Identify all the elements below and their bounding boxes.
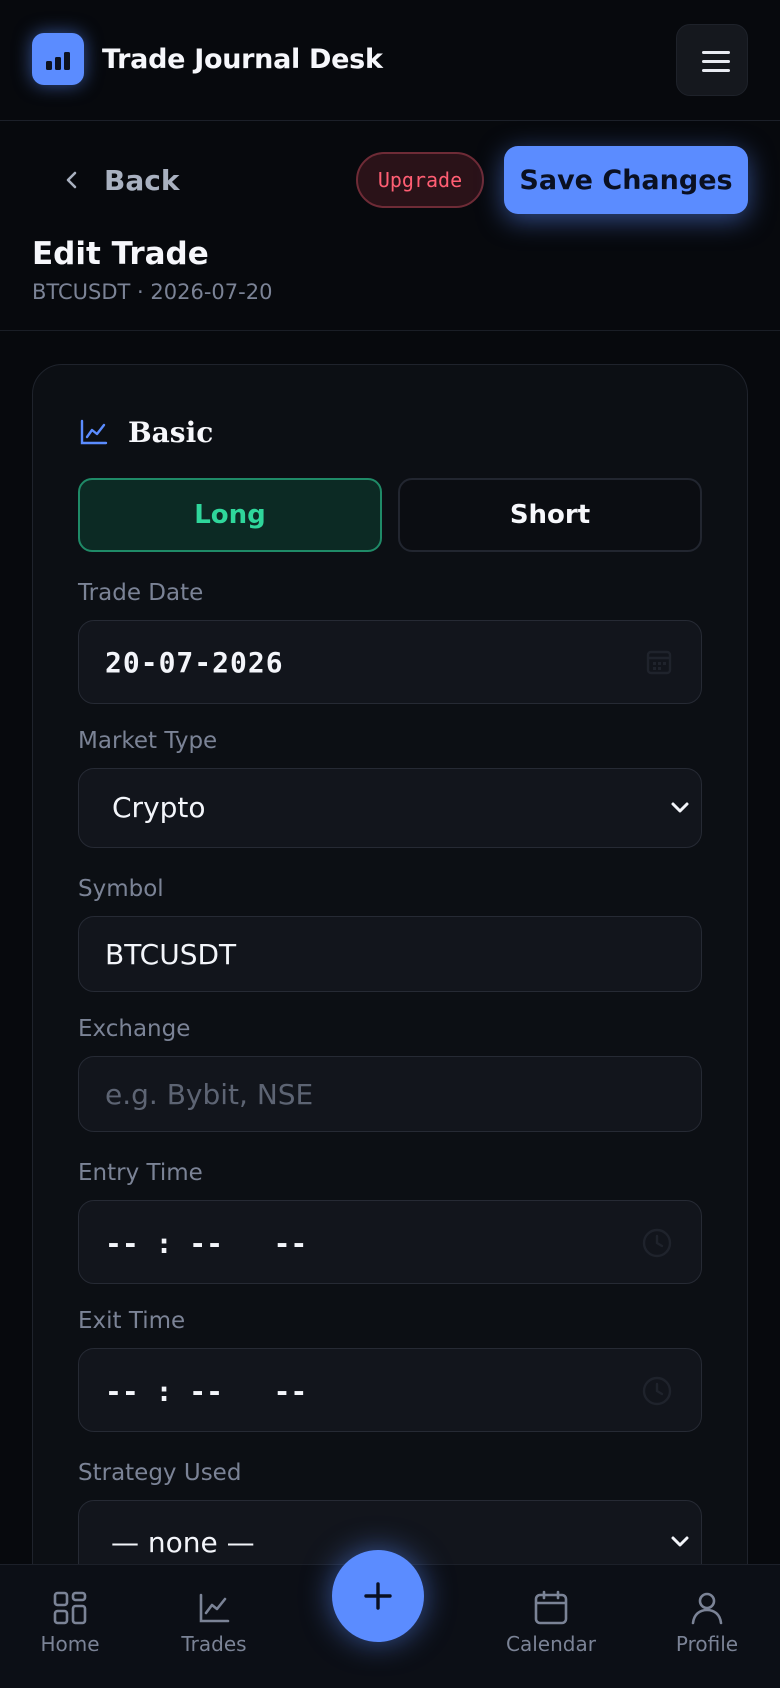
exchange-label: Exchange — [78, 1016, 191, 1042]
hamburger-icon — [702, 51, 730, 54]
page-subtitle: BTCUSDT · 2026-07-20 — [32, 280, 273, 304]
upgrade-button[interactable]: Upgrade — [356, 152, 484, 208]
app-logo-icon — [32, 33, 84, 85]
clock-icon[interactable] — [641, 1227, 673, 1259]
app-title: Trade Journal Desk — [102, 44, 383, 75]
symbol-input[interactable]: BTCUSDT — [78, 916, 702, 992]
exit-time-input[interactable]: -- : -- -- — [78, 1348, 702, 1432]
symbol-value: BTCUSDT — [105, 938, 237, 971]
exit-time-label: Exit Time — [78, 1308, 186, 1334]
nav-profile[interactable]: Profile — [647, 1590, 767, 1656]
exchange-placeholder: e.g. Bybit, NSE — [105, 1078, 314, 1111]
direction-short-toggle[interactable]: Short — [398, 478, 702, 552]
section-title: Basic — [128, 416, 214, 449]
entry-time-input[interactable]: -- : -- -- — [78, 1200, 702, 1284]
exit-time-value: -- : -- -- — [105, 1375, 308, 1408]
back-button[interactable] — [60, 160, 84, 200]
grid-icon — [53, 1591, 87, 1625]
chart-line-icon — [199, 1593, 230, 1623]
page-title: Edit Trade — [32, 236, 209, 272]
trade-date-value: 20-07-2026 — [105, 646, 284, 679]
clock-icon[interactable] — [641, 1375, 673, 1407]
back-label[interactable]: Back — [104, 164, 179, 197]
chevron-left-icon — [66, 171, 77, 189]
user-icon — [691, 1592, 723, 1625]
chart-line-icon — [80, 419, 108, 445]
top-bar: Trade Journal Desk — [0, 0, 780, 121]
plus-icon — [364, 1582, 392, 1610]
chevron-down-icon — [671, 802, 689, 813]
header-divider — [0, 330, 780, 331]
trade-date-input[interactable]: 20-07-2026 — [78, 620, 702, 704]
nav-calendar-label: Calendar — [506, 1632, 596, 1656]
strategy-value: — none — — [111, 1526, 255, 1559]
nav-profile-label: Profile — [675, 1632, 739, 1656]
nav-calendar[interactable]: Calendar — [491, 1590, 611, 1656]
trade-date-label: Trade Date — [78, 580, 204, 606]
app-screen: Trade Journal Desk Back Upgrade Save Cha… — [0, 0, 780, 1688]
market-type-value: Crypto — [112, 791, 206, 824]
entry-time-label: Entry Time — [78, 1160, 203, 1186]
symbol-label: Symbol — [78, 876, 164, 902]
exchange-input[interactable]: e.g. Bybit, NSE — [78, 1056, 702, 1132]
nav-trades-label: Trades — [181, 1632, 247, 1656]
add-trade-button[interactable] — [332, 1550, 424, 1642]
save-changes-button[interactable]: Save Changes — [504, 146, 748, 214]
calendar-icon[interactable] — [646, 649, 672, 675]
nav-home-label: Home — [40, 1632, 100, 1656]
chevron-down-icon — [671, 1536, 689, 1547]
menu-button[interactable] — [676, 24, 748, 96]
market-type-label: Market Type — [78, 728, 218, 754]
nav-home[interactable]: Home — [10, 1590, 130, 1656]
strategy-label: Strategy Used — [78, 1460, 242, 1486]
direction-long-toggle[interactable]: Long — [78, 478, 382, 552]
nav-trades[interactable]: Trades — [154, 1590, 274, 1656]
calendar-icon — [534, 1590, 568, 1625]
entry-time-value: -- : -- -- — [105, 1227, 308, 1260]
market-type-select[interactable]: Crypto — [78, 768, 702, 848]
